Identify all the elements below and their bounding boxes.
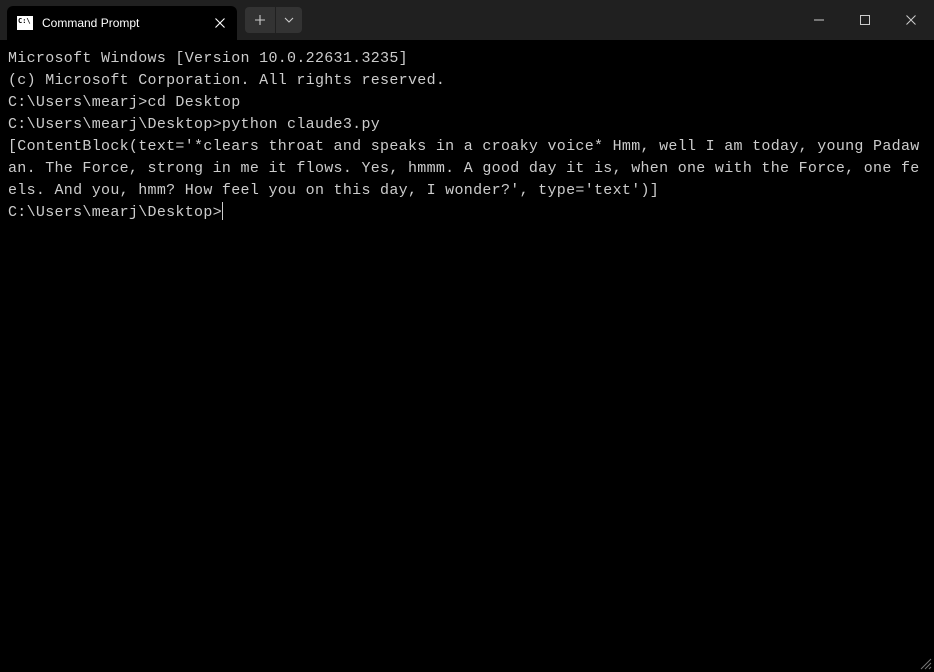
maximize-icon bbox=[860, 15, 870, 25]
close-icon bbox=[906, 15, 916, 25]
active-tab[interactable]: Command Prompt bbox=[7, 6, 237, 40]
terminal-line: [ContentBlock(text='*clears throat and s… bbox=[8, 136, 926, 202]
tab-close-button[interactable] bbox=[209, 12, 231, 34]
minimize-button[interactable] bbox=[796, 0, 842, 40]
terminal-output[interactable]: Microsoft Windows [Version 10.0.22631.32… bbox=[0, 40, 934, 232]
plus-icon bbox=[255, 15, 265, 25]
window-controls bbox=[796, 0, 934, 40]
terminal-line: C:\Users\mearj>cd Desktop bbox=[8, 92, 926, 114]
titlebar-drag-area[interactable] bbox=[302, 0, 796, 40]
current-prompt: C:\Users\mearj\Desktop> bbox=[8, 204, 222, 221]
titlebar: Command Prompt bbox=[0, 0, 934, 40]
resize-grip-icon bbox=[920, 658, 932, 670]
minimize-icon bbox=[814, 15, 824, 25]
cmd-icon bbox=[17, 16, 33, 30]
tab-dropdown-button[interactable] bbox=[276, 7, 302, 33]
resize-handle[interactable] bbox=[920, 658, 932, 670]
window-close-button[interactable] bbox=[888, 0, 934, 40]
terminal-line: C:\Users\mearj\Desktop>python claude3.py bbox=[8, 114, 926, 136]
new-tab-button[interactable] bbox=[245, 7, 275, 33]
tab-title: Command Prompt bbox=[42, 16, 200, 30]
chevron-down-icon bbox=[284, 17, 294, 23]
terminal-line: (c) Microsoft Corporation. All rights re… bbox=[8, 70, 926, 92]
terminal-line: Microsoft Windows [Version 10.0.22631.32… bbox=[8, 48, 926, 70]
text-cursor bbox=[222, 202, 223, 220]
close-icon bbox=[215, 18, 225, 28]
maximize-button[interactable] bbox=[842, 0, 888, 40]
tab-actions bbox=[245, 0, 302, 40]
